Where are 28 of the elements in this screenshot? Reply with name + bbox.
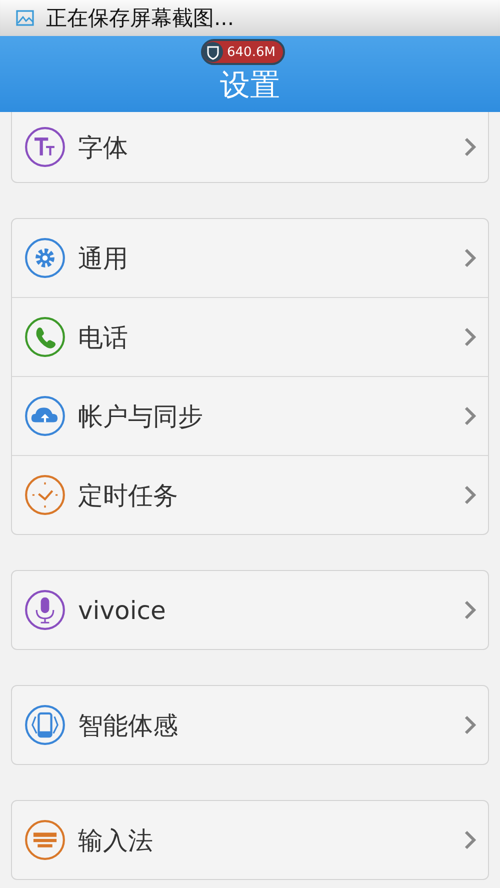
notification-text: 正在保存屏幕截图... — [46, 5, 234, 32]
settings-item[interactable]: 定时任务 — [12, 455, 488, 534]
item-label: 智能体感 — [78, 710, 179, 742]
chevron-icon — [464, 248, 476, 268]
settings-item[interactable]: 通用 — [12, 219, 488, 297]
page-title: 设置 — [220, 67, 280, 105]
settings-item[interactable]: 输入法 — [12, 801, 488, 879]
settings-item[interactable]: 智能体感 — [12, 686, 488, 764]
item-label: 定时任务 — [78, 480, 179, 512]
chevron-icon — [464, 715, 476, 735]
chevron-icon — [464, 485, 476, 505]
chevron-icon — [464, 406, 476, 426]
chevron-icon — [464, 137, 476, 157]
item-label: 电话 — [78, 322, 129, 354]
settings-item[interactable]: 电话 — [12, 297, 488, 376]
memory-text: 640.6M — [227, 44, 276, 60]
image-icon — [16, 10, 34, 26]
settings-item[interactable]: 帐户与同步 — [12, 376, 488, 455]
item-label: 输入法 — [78, 824, 154, 856]
item-label: 通用 — [78, 242, 129, 274]
chevron-icon — [464, 600, 476, 620]
chevron-icon — [464, 830, 476, 850]
item-label: 字体 — [78, 132, 129, 164]
item-label: 帐户与同步 — [78, 400, 204, 432]
chevron-icon — [464, 327, 476, 347]
item-label: vivoice — [78, 596, 167, 624]
settings-item[interactable]: 字体 — [12, 112, 488, 182]
settings-item[interactable]: vivoice — [12, 571, 488, 649]
